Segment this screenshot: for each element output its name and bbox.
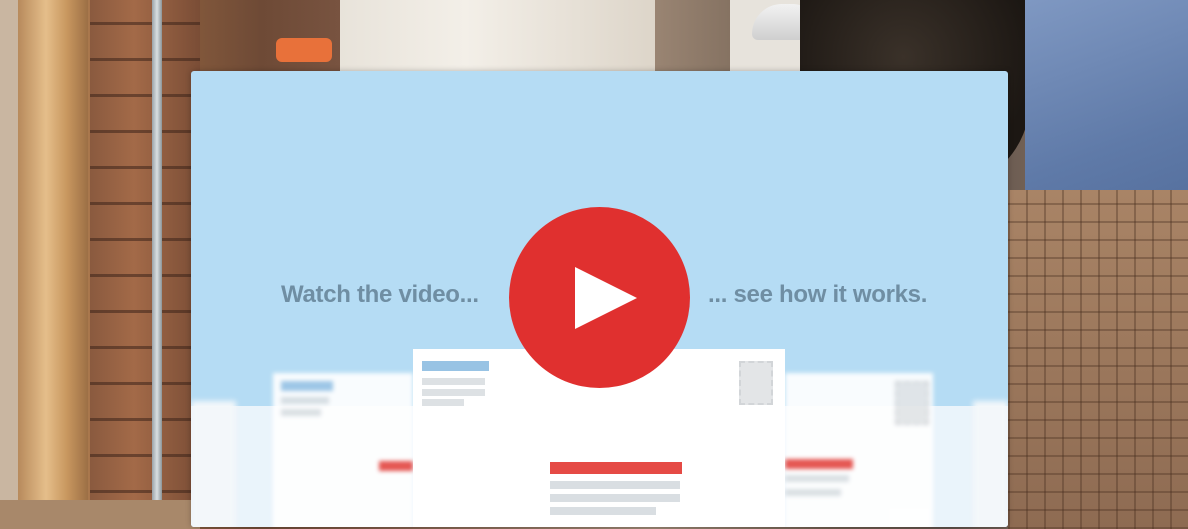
play-button[interactable] (509, 207, 690, 388)
play-icon (574, 266, 637, 329)
photo-wooden-post (18, 0, 88, 529)
photo-wall (0, 0, 18, 529)
photo-plaid-shirt (1008, 190, 1188, 529)
video-thumbnail[interactable]: Watch the video... ... see how it works. (191, 71, 1008, 527)
caption-watch-video: Watch the video... (281, 281, 479, 308)
caption-see-how-it-works: ... see how it works. (708, 281, 928, 308)
envelope-left (273, 373, 413, 527)
envelope-far-right (973, 401, 1008, 527)
envelope-far-left (191, 401, 236, 527)
photo-floor (0, 500, 200, 529)
photo-brick-wall (90, 0, 200, 529)
photo-pipe (152, 0, 162, 529)
postage-stamp-icon (739, 361, 773, 405)
photo-window (340, 0, 655, 72)
envelope-right (785, 373, 933, 527)
photo-orange-clamp (276, 38, 332, 62)
